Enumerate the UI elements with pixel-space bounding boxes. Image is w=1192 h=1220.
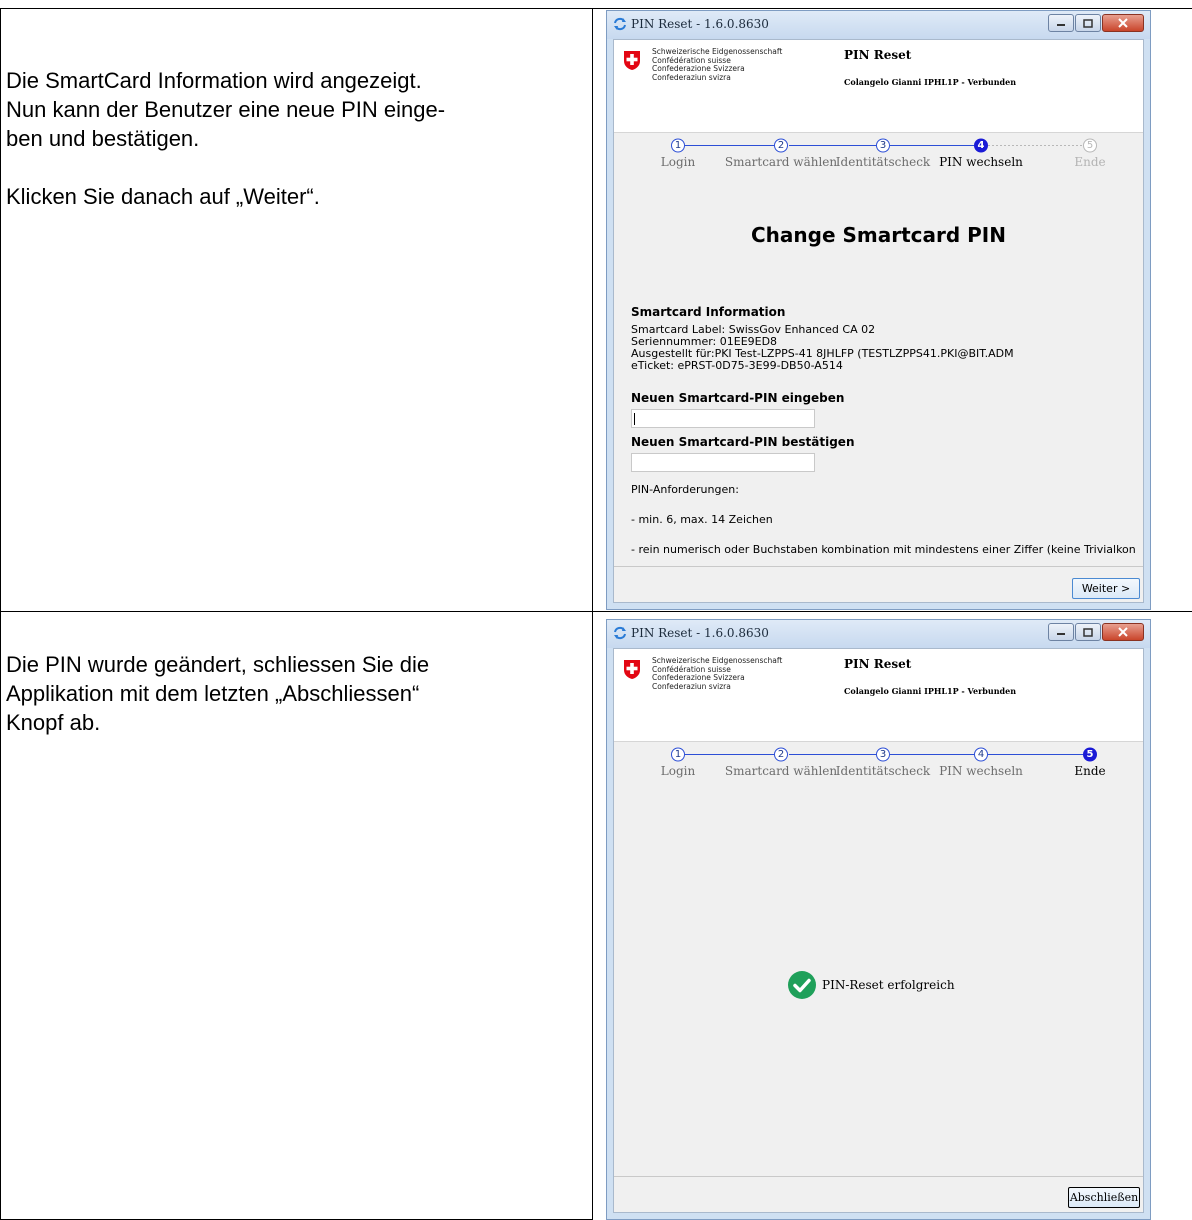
step-number: 3 [879, 749, 887, 760]
pin-reset-window-change-pin: PIN Reset - 1.6.0.8630 Schweizerische Ei… [606, 10, 1151, 610]
new-pin-label: Neuen Smartcard-PIN eingeben [631, 391, 845, 405]
title-bar[interactable]: PIN Reset - 1.6.0.8630 [607, 11, 1150, 39]
instruction-line: Die PIN wurde geändert, schliessen Sie d… [6, 652, 430, 677]
close-icon [1118, 627, 1128, 637]
step-label-pin: PIN wechseln [939, 155, 1023, 169]
step-number: 4 [977, 140, 985, 151]
app-title: PIN Reset [844, 48, 912, 62]
progress-stepper: 1 2 3 4 5 Login Smartcard wählen Identit… [614, 747, 1143, 787]
requirements-title: PIN-Anforderungen: [631, 483, 739, 496]
window-client-area: Schweizerische Eidgenossenschaft Confédé… [613, 648, 1144, 1213]
step-number: 4 [977, 749, 985, 760]
step-label-smartcard: Smartcard wählen [724, 764, 838, 778]
eticket: eTicket: ePRST-0D75-3E99-DB50-A514 [631, 359, 843, 372]
title-bar[interactable]: PIN Reset - 1.6.0.8630 [607, 620, 1150, 648]
minimize-icon [1057, 633, 1065, 635]
table-border-top [0, 8, 1192, 9]
success-check-icon [788, 971, 816, 999]
confirm-pin-input[interactable] [631, 453, 815, 472]
minimize-button[interactable] [1048, 623, 1074, 641]
refresh-app-icon [614, 17, 626, 31]
serial-number: Seriennummer: 01EE9ED8 [631, 335, 778, 348]
maximize-button[interactable] [1075, 14, 1101, 32]
step-label-identity: Identitätscheck [835, 764, 931, 778]
step-number: 2 [777, 749, 785, 760]
close-icon [1118, 18, 1128, 28]
step-number: 1 [674, 140, 682, 151]
confederation-name: Confederaziun svizra [652, 681, 731, 691]
pin-reset-window-finished: PIN Reset - 1.6.0.8630 Schweizerische Ei… [606, 619, 1151, 1220]
window-client-area: Schweizerische Eidgenossenschaft Confédé… [613, 39, 1144, 603]
user-status: Colangelo Gianni IPHL1P - Verbunden [844, 77, 1017, 87]
step-label-identity: Identitätscheck [835, 155, 931, 169]
refresh-app-icon [614, 626, 626, 640]
close-button[interactable] [1102, 623, 1144, 641]
confirm-pin-label: Neuen Smartcard-PIN bestätigen [631, 435, 855, 449]
minimize-icon [1057, 24, 1065, 26]
swiss-coat-of-arms-icon [624, 660, 640, 679]
instruction-line: Nun kann der Benutzer eine neue PIN eing… [6, 97, 446, 122]
step-label-pin: PIN wechseln [939, 764, 1023, 778]
app-header: Schweizerische Eidgenossenschaft Confédé… [614, 649, 1143, 742]
instruction-line: Knopf ab. [6, 710, 101, 735]
instruction-line: Klicken Sie danach auf „Weiter“. [6, 184, 320, 209]
maximize-icon [1083, 627, 1093, 637]
instruction-cell-2: Die PIN wurde geändert, schliessen Sie d… [6, 650, 586, 737]
minimize-button[interactable] [1048, 14, 1074, 32]
page-heading: Change Smartcard PIN [751, 223, 1006, 247]
app-header: Schweizerische Eidgenossenschaft Confédé… [614, 40, 1143, 133]
step-number: 5 [1086, 749, 1094, 760]
progress-stepper: 1 2 3 4 5 Login Smartcard wählen Identit… [614, 138, 1143, 178]
table-row-divider [0, 611, 1192, 612]
window-title: PIN Reset - 1.6.0.8630 [631, 17, 769, 31]
step-label-smartcard: Smartcard wählen [724, 155, 838, 169]
requirement-item: - min. 6, max. 14 Zeichen [631, 513, 773, 526]
success-message: PIN-Reset erfolgreich [822, 978, 955, 992]
footer-divider [614, 566, 1143, 567]
step-number: 1 [674, 749, 682, 760]
confederation-names: Schweizerische Eidgenossenschaft Confédé… [652, 47, 782, 82]
step-number: 3 [879, 140, 887, 151]
requirement-item: - rein numerisch oder Buchstaben kombina… [631, 544, 1136, 556]
step-label-end: Ende [1074, 764, 1106, 778]
step-label-end: Ende [1074, 155, 1106, 169]
table-column-divider [592, 8, 593, 1220]
new-pin-input[interactable] [631, 409, 815, 428]
instruction-line: Applikation mit dem letzten „Abschliesse… [6, 681, 420, 706]
next-button[interactable]: Weiter > [1072, 578, 1140, 599]
maximize-icon [1083, 18, 1093, 28]
footer-divider [614, 1176, 1143, 1177]
finish-button[interactable]: Abschließen [1068, 1187, 1140, 1208]
instruction-line [6, 153, 586, 182]
instruction-line: Die SmartCard Information wird angezeigt… [6, 68, 422, 93]
window-title: PIN Reset - 1.6.0.8630 [631, 626, 769, 640]
instruction-line: ben und bestätigen. [6, 126, 200, 151]
step-label-login: Login [660, 764, 696, 778]
close-button[interactable] [1102, 14, 1144, 32]
instruction-cell-1: Die SmartCard Information wird angezeigt… [6, 66, 586, 211]
step-number: 5 [1086, 140, 1094, 151]
user-status: Colangelo Gianni IPHL1P - Verbunden [844, 686, 1017, 696]
confederation-name: Confederaziun svizra [652, 72, 731, 82]
app-title: PIN Reset [844, 657, 912, 671]
swiss-coat-of-arms-icon [624, 51, 640, 70]
table-border-left [0, 8, 1, 1220]
confederation-names: Schweizerische Eidgenossenschaft Confédé… [652, 656, 782, 691]
text-cursor [634, 413, 635, 425]
info-title: Smartcard Information [631, 305, 786, 319]
step-label-login: Login [660, 155, 696, 169]
step-number: 2 [777, 140, 785, 151]
maximize-button[interactable] [1075, 623, 1101, 641]
